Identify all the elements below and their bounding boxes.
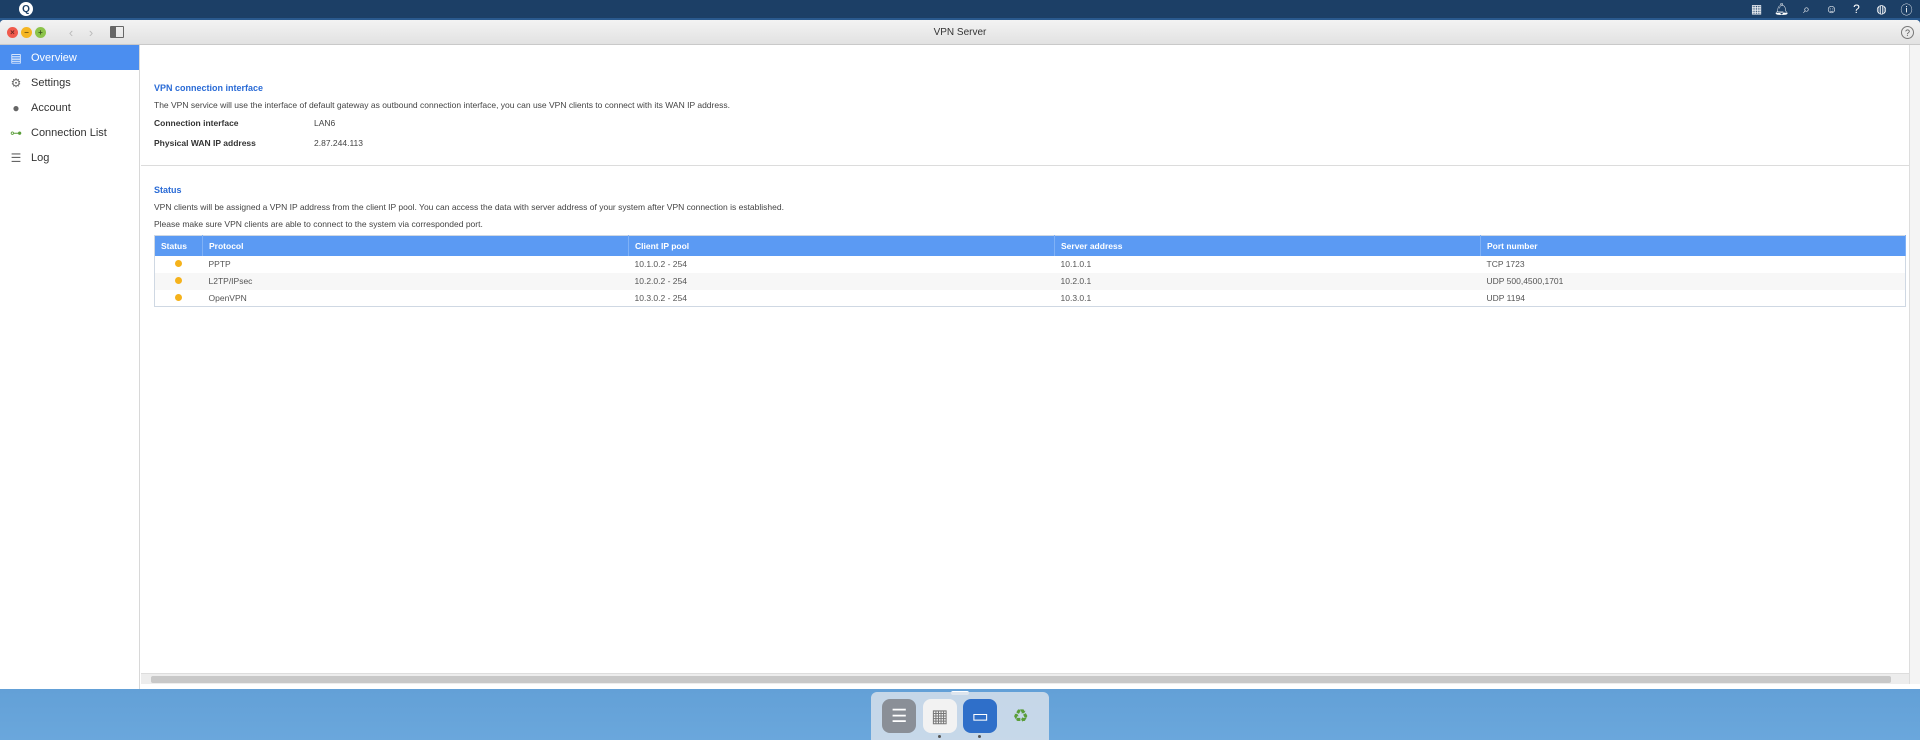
vpn-server-window: × − + ‹ › VPN Server ? ▤ Overview ⚙ Sett… xyxy=(0,20,1920,689)
language-globe-icon[interactable]: ◍ xyxy=(1872,0,1891,18)
sidebar-item-settings[interactable]: ⚙ Settings xyxy=(0,70,139,95)
horizontal-scrollbar[interactable] xyxy=(141,673,1909,684)
running-indicator xyxy=(937,735,941,738)
status-dot-icon xyxy=(175,293,182,301)
connection-icon: ⊶ xyxy=(10,125,22,140)
connection-interface-label: Connection interface xyxy=(154,118,239,128)
protocol-cell: OpenVPN xyxy=(208,292,247,303)
client-ip-pool-cell: 10.3.0.2 - 254 xyxy=(634,292,687,303)
status-cell xyxy=(155,256,203,273)
maximize-window-button[interactable]: + xyxy=(35,26,46,38)
vpn-status-table: Status Protocol Client IP pool Server ad… xyxy=(154,235,1906,307)
sidebar-item-label: Connection List xyxy=(31,126,107,139)
sidebar-item-label: Settings xyxy=(31,76,71,89)
status-description: VPN clients will be assigned a VPN IP ad… xyxy=(154,202,784,212)
user-icon[interactable]: ☺ xyxy=(1822,0,1841,18)
column-header-status[interactable]: Status xyxy=(154,235,203,256)
user-icon: ● xyxy=(12,100,20,115)
status-cell xyxy=(155,290,203,307)
server-address-cell: 10.1.0.1 xyxy=(1060,259,1092,269)
status-port-note: Please make sure VPN clients are able to… xyxy=(154,219,483,229)
port-number-cell: UDP 500,4500,1701 xyxy=(1480,272,1906,290)
status-dot-icon xyxy=(175,260,182,267)
forward-arrow-icon[interactable]: › xyxy=(84,25,98,40)
sidebar-item-account[interactable]: ● Account xyxy=(0,95,139,120)
vpn-interface-title: VPN connection interface xyxy=(154,83,264,93)
protocol-cell: PPTP xyxy=(208,259,231,269)
table-row[interactable]: PPTP 10.1.0.2 - 254 10.1.0.1 TCP 1723 xyxy=(155,256,1906,273)
protocol-cell: L2TP/IPsec xyxy=(202,272,629,290)
recycle-bin-app-icon[interactable]: ♻ xyxy=(1004,699,1038,733)
gear-icon: ⚙ xyxy=(10,75,22,90)
sidebar-item-label: Account xyxy=(31,101,71,114)
client-ip-pool-cell: 10.2.0.2 - 254 xyxy=(628,272,1055,290)
info-icon[interactable]: ⓘ xyxy=(1897,0,1916,18)
column-header-port-number[interactable]: Port number xyxy=(1480,235,1906,256)
column-header-server-address[interactable]: Server address xyxy=(1054,235,1481,256)
vpn-server-app-icon[interactable]: ▭ xyxy=(963,699,998,738)
client-ip-pool-cell: 10.1.0.2 - 254 xyxy=(634,259,687,269)
sidebar-item-overview[interactable]: ▤ Overview xyxy=(0,45,139,70)
table-row[interactable]: L2TP/IPsec 10.2.0.2 - 254 10.2.0.1 UDP 5… xyxy=(154,272,1906,290)
column-header-client-ip-pool[interactable]: Client IP pool xyxy=(628,235,1055,256)
table-header-row: Status Protocol Client IP pool Server ad… xyxy=(154,235,1906,256)
minimize-window-button[interactable]: − xyxy=(21,26,32,38)
search-icon[interactable]: ⌕ xyxy=(1797,0,1816,18)
apps-grid-icon[interactable]: ▦ xyxy=(1747,0,1766,18)
main-content: VPN connection interface The VPN service… xyxy=(141,45,1909,673)
window-titlebar[interactable]: × − + ‹ › VPN Server ? xyxy=(0,20,1920,45)
help-button[interactable]: ? xyxy=(1901,26,1914,39)
sidebar-item-log[interactable]: ☰ Log xyxy=(0,145,139,170)
sidebar-item-label: Overview xyxy=(31,51,77,64)
horizontal-scrollbar-thumb[interactable] xyxy=(151,676,1891,683)
sidebar-item-label: Log xyxy=(31,151,50,164)
status-dot-icon xyxy=(175,277,182,284)
back-arrow-icon[interactable]: ‹ xyxy=(64,25,78,40)
log-icon: ☰ xyxy=(10,150,22,165)
notification-bell-icon[interactable]: 🔔︎ xyxy=(1772,0,1791,18)
close-window-button[interactable]: × xyxy=(7,26,18,38)
dock: ☰ ▦ ▭ ♻ xyxy=(871,692,1049,740)
column-header-protocol[interactable]: Protocol xyxy=(202,235,629,256)
sidebar: ▤ Overview ⚙ Settings ● Account ⊶ Connec… xyxy=(0,45,140,689)
status-title: Status xyxy=(154,185,182,195)
server-address-cell: 10.3.0.1 xyxy=(1060,292,1092,303)
help-icon[interactable]: ? xyxy=(1847,0,1866,18)
section-divider xyxy=(141,165,1909,166)
port-number-cell: UDP 1194 xyxy=(1486,292,1525,303)
running-indicator xyxy=(978,735,982,738)
status-cell xyxy=(154,272,203,290)
wan-ip-row: Physical WAN IP address 2.87.244.113 xyxy=(154,138,363,148)
window-title: VPN Server xyxy=(933,27,987,38)
connection-interface-row: Connection interface LAN6 xyxy=(154,118,335,128)
overview-icon: ▤ xyxy=(10,50,22,65)
toggle-sidebar-icon[interactable] xyxy=(110,26,124,38)
sidebar-item-connection-list[interactable]: ⊶ Connection List xyxy=(0,120,139,145)
vpn-interface-description: The VPN service will use the interface o… xyxy=(154,100,730,110)
server-address-cell: 10.2.0.1 xyxy=(1054,272,1481,290)
storage-manager-app-icon[interactable]: ☰ xyxy=(882,699,917,733)
wan-ip-value: 2.87.244.113 xyxy=(314,138,363,148)
port-number-cell: TCP 1723 xyxy=(1486,259,1525,269)
wan-ip-label: Physical WAN IP address xyxy=(154,138,256,148)
connection-interface-value: LAN6 xyxy=(314,118,336,128)
app-center-app-icon[interactable]: ▦ xyxy=(922,699,957,738)
system-top-bar: Q ▦ 🔔︎ ⌕ ☺ ? ◍ ⓘ xyxy=(0,0,1920,18)
table-row[interactable]: OpenVPN 10.3.0.2 - 254 10.3.0.1 UDP 1194 xyxy=(155,290,1906,307)
vertical-scrollbar[interactable] xyxy=(1909,45,1920,684)
qnap-logo-icon[interactable]: Q xyxy=(19,2,33,16)
